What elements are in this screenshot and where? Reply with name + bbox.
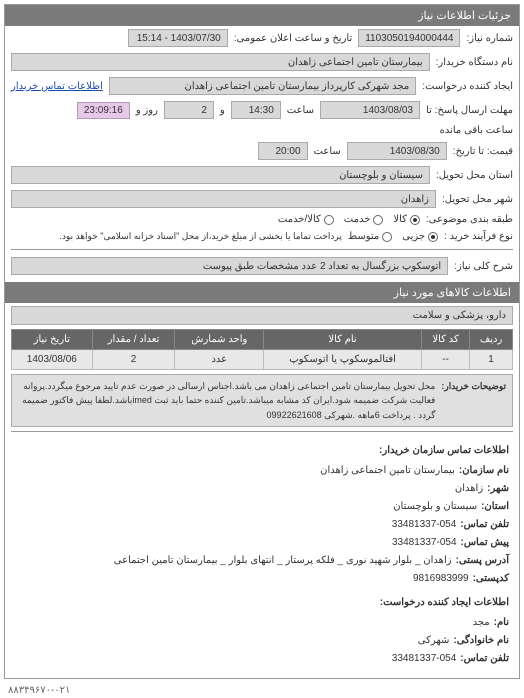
radio-goods-label: کالا — [393, 214, 407, 225]
contact-zip-label: کدپستی: — [473, 570, 509, 588]
creator-name: مجد — [473, 614, 490, 632]
remaining-suffix: ساعت باقی مانده — [440, 125, 513, 136]
items-table: ردیف کد کالا نام کالا واحد شمارش تعداد /… — [11, 329, 513, 370]
items-section-title: اطلاعات کالاهای مورد نیاز — [5, 282, 519, 303]
price-time: 20:00 — [258, 142, 308, 160]
contact-fax-label: پیش تماس: — [461, 534, 509, 552]
cell-name: افتالموسکوپ یا اتوسکوپ — [264, 350, 422, 370]
delivery-city: زاهدان — [11, 190, 436, 208]
process-radio-group: جزیی متوسط — [348, 231, 438, 242]
creator-phone: 33481337-054 — [392, 650, 457, 668]
contact-title: اطلاعات تماس سازمان خریدار: — [15, 442, 509, 460]
radio-medium[interactable]: متوسط — [348, 231, 392, 242]
radio-goods[interactable]: کالا — [393, 214, 420, 225]
radio-service[interactable]: خدمت — [344, 214, 384, 225]
contact-org: بیمارستان تامین اجتماعی زاهدان — [320, 462, 455, 480]
contact-phone: 33481337-054 — [392, 516, 457, 534]
creator-name-label: نام: — [494, 614, 509, 632]
days-suffix: روز و — [136, 105, 158, 116]
buyer-org-value: بیمارستان تامین اجتماعی زاهدان — [11, 53, 430, 71]
radio-minor[interactable]: جزیی — [402, 231, 438, 242]
th-qty: تعداد / مقدار — [92, 330, 175, 350]
th-date: تاریخ نیاز — [12, 330, 93, 350]
th-name: نام کالا — [264, 330, 422, 350]
radio-minor-label: جزیی — [402, 231, 425, 242]
cell-unit: عدد — [175, 350, 264, 370]
contact-org-label: نام سازمان: — [459, 462, 509, 480]
deadline-time-label: ساعت — [287, 105, 314, 116]
creator-title: اطلاعات ایجاد کننده درخواست: — [15, 594, 509, 612]
contact-phone-label: تلفن تماس: — [460, 516, 509, 534]
contact-link[interactable]: اطلاعات تماس خریدار — [11, 81, 103, 92]
priority-label: طبقه بندی موضوعی: — [426, 214, 513, 225]
public-datetime-label: تاریخ و ساعت اعلان عمومی: — [234, 33, 353, 44]
request-no-value: 1103050194000444 — [358, 29, 460, 47]
buyer-notes-label: توضیحات خریدار: — [441, 379, 506, 422]
radio-icon — [428, 232, 438, 242]
subject-label: شرح کلی نیاز: — [454, 261, 513, 272]
cell-code: -- — [421, 350, 469, 370]
deadline-time: 14:30 — [231, 101, 281, 119]
buyer-org-label: نام دستگاه خریدار: — [436, 57, 513, 68]
buyer-notes: توضیحات خریدار: محل تحویل بیمارستان تامی… — [11, 374, 513, 427]
public-datetime-value: 1403/07/30 - 15:14 — [128, 29, 228, 47]
days-label: و — [220, 105, 225, 116]
contact-city: زاهدان — [455, 480, 483, 498]
price-time-label: ساعت — [314, 146, 341, 157]
radio-icon — [324, 215, 334, 225]
radio-icon — [373, 215, 383, 225]
radio-service-label: خدمت — [344, 214, 371, 225]
process-label: نوع فرآیند خرید : — [444, 231, 513, 242]
page-header: جزئیات اطلاعات نیاز — [5, 5, 519, 26]
priority-radio-group: کالا خدمت کالا/خدمت — [278, 214, 420, 225]
cell-qty: 2 — [92, 350, 175, 370]
contact-address: زاهدان _ بلوار شهید نوری _ فلکه پرستار _… — [114, 552, 452, 570]
contact-province: سیستان و بلوچستان — [393, 498, 477, 516]
requester-label: ایجاد کننده درخواست: — [422, 81, 513, 92]
contact-address-label: آدرس پستی: — [456, 552, 509, 570]
deadline-date: 1403/08/03 — [320, 101, 420, 119]
contact-city-label: شهر: — [487, 480, 509, 498]
radio-both[interactable]: کالا/خدمت — [278, 214, 334, 225]
delivery-province: سیستان و بلوچستان — [11, 166, 430, 184]
contact-fax: 33481337-054 — [392, 534, 457, 552]
radio-icon — [382, 232, 392, 242]
cell-index: 1 — [470, 350, 513, 370]
remaining-time: 23:09:16 — [77, 102, 130, 119]
creator-family-label: نام خانوادگی: — [453, 632, 509, 650]
contact-zip: 9816983999 — [413, 570, 469, 588]
separator — [11, 249, 513, 250]
footer-phone: ۸۸۳۴۹۶۷۰-۰۲۱ — [0, 683, 524, 698]
delivery-city-label: شهر محل تحویل: — [442, 194, 513, 205]
price-date-label: قیمت: تا تاریخ: — [453, 146, 513, 157]
separator — [11, 431, 513, 432]
delivery-province-label: استان محل تحویل: — [436, 170, 513, 181]
process-note: پرداخت تماما یا بخشی از مبلغ خرید،از محل… — [59, 231, 341, 242]
table-row: 1 -- افتالموسکوپ یا اتوسکوپ عدد 2 1403/0… — [12, 350, 513, 370]
buyer-notes-text: محل تحویل بیمارستان تامین اجتماعی زاهدان… — [18, 379, 435, 422]
creator-phone-label: تلفن تماس: — [460, 650, 509, 668]
days-value: 2 — [164, 101, 214, 119]
request-no-label: شماره نیاز: — [466, 33, 513, 44]
th-unit: واحد شمارش — [175, 330, 264, 350]
requester-value: مجد شهرکی کارپرداز بیمارستان تامین اجتما… — [109, 77, 416, 95]
cell-date: 1403/08/06 — [12, 350, 93, 370]
radio-medium-label: متوسط — [348, 231, 379, 242]
contact-province-label: استان: — [481, 498, 509, 516]
contact-block: اطلاعات تماس سازمان خریدار: نام سازمان:ب… — [11, 438, 513, 672]
creator-family: شهرکی — [418, 632, 450, 650]
th-code: کد کالا — [421, 330, 469, 350]
deadline-label: مهلت ارسال پاسخ: تا — [426, 105, 513, 116]
th-index: ردیف — [470, 330, 513, 350]
radio-both-label: کالا/خدمت — [278, 214, 321, 225]
price-date: 1403/08/30 — [347, 142, 447, 160]
category-box: دارو، پزشکی و سلامت — [11, 306, 513, 325]
radio-icon — [410, 215, 420, 225]
subject-value: اتوسکوپ بزرگسال به تعداد 2 عدد مشخصات طب… — [11, 257, 448, 275]
